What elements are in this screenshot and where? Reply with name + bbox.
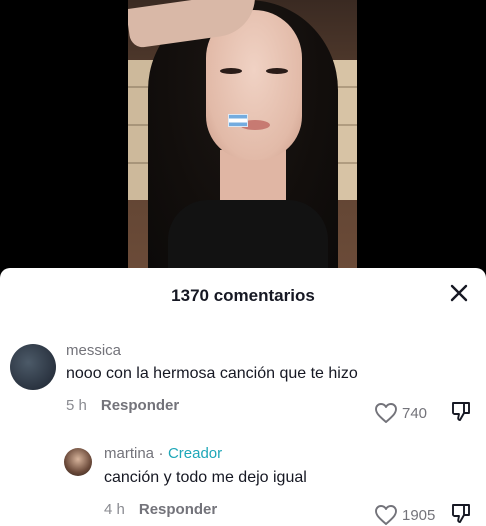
- comment-text: canción y todo me dejo igual: [104, 469, 307, 486]
- video-player[interactable]: [0, 0, 486, 268]
- like-button[interactable]: 1905: [374, 504, 435, 526]
- thumbs-down-icon: [452, 504, 470, 523]
- close-icon: [450, 284, 468, 302]
- person-shirt: [168, 200, 328, 268]
- close-button[interactable]: [448, 282, 470, 304]
- avatar[interactable]: [10, 344, 56, 390]
- thumbs-down-icon: [452, 402, 470, 421]
- dislike-button[interactable]: [450, 502, 472, 524]
- like-count: 1905: [402, 506, 436, 524]
- eye: [266, 68, 288, 74]
- video-frame: [128, 0, 357, 268]
- comment-username[interactable]: messica: [66, 342, 358, 359]
- separator: ·: [158, 445, 164, 462]
- comment-time: 4 h: [104, 501, 125, 518]
- like-button[interactable]: 740: [374, 402, 427, 424]
- comments-sheet: 1370 comentarios messica nooo con la her…: [0, 268, 486, 526]
- creator-badge: Creador: [167, 445, 223, 462]
- heart-icon: [375, 403, 397, 423]
- eye: [220, 68, 242, 74]
- avatar[interactable]: [64, 448, 92, 476]
- heart-icon: [375, 505, 397, 525]
- argentina-flag-icon: [228, 114, 248, 127]
- reply-button[interactable]: Responder: [101, 397, 179, 414]
- comment-username[interactable]: martina: [104, 445, 154, 462]
- comment-time: 5 h: [66, 397, 87, 414]
- comment-text: nooo con la hermosa canción que te hizo: [66, 365, 358, 382]
- reply-button[interactable]: Responder: [139, 501, 217, 518]
- comments-count-title: 1370 comentarios: [171, 286, 315, 305]
- like-count: 740: [402, 404, 428, 422]
- dislike-button[interactable]: [450, 400, 472, 422]
